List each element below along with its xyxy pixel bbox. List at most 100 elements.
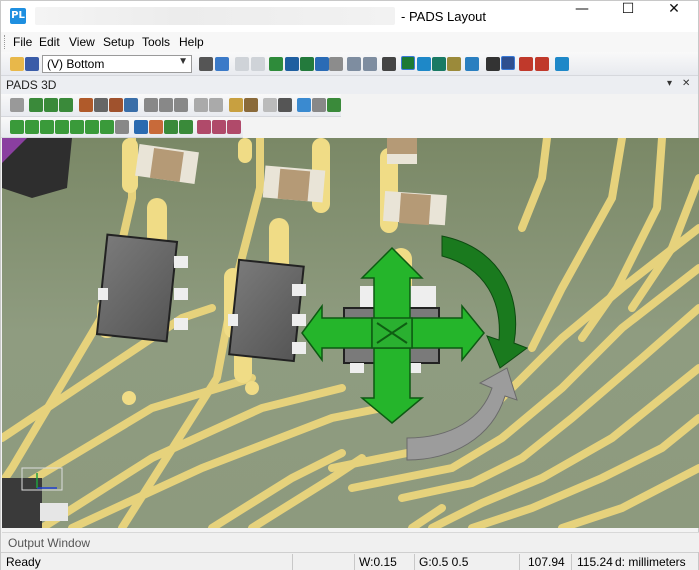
export-icon[interactable] <box>297 98 311 112</box>
view-left-icon[interactable] <box>85 120 99 134</box>
sync-icon[interactable] <box>327 98 341 112</box>
split-icon[interactable] <box>329 57 343 71</box>
status-width: W:0.15 <box>359 555 397 569</box>
save-icon[interactable] <box>25 57 39 71</box>
resistor-r3 <box>383 190 447 226</box>
flip-icon[interactable] <box>263 98 277 112</box>
find-icon[interactable] <box>194 98 208 112</box>
menu-help[interactable]: Help <box>179 35 204 49</box>
pointer-icon[interactable] <box>486 57 500 71</box>
section-x-icon[interactable] <box>197 120 211 134</box>
rotate-component-icon[interactable] <box>59 98 73 112</box>
rotate-view-icon[interactable] <box>179 120 193 134</box>
redo-icon[interactable] <box>363 57 377 71</box>
board-icon[interactable] <box>94 98 108 112</box>
connector-body <box>2 138 72 198</box>
clipboard-icon[interactable] <box>312 98 326 112</box>
window-icon[interactable] <box>501 56 515 70</box>
pan-icon[interactable] <box>164 120 178 134</box>
zoom-icon[interactable] <box>382 57 396 71</box>
menu-file[interactable]: File <box>13 35 32 49</box>
menu-grip[interactable] <box>4 35 7 49</box>
menu-tools[interactable]: Tools <box>142 35 170 49</box>
3d-toolbar-primary <box>1 94 341 117</box>
component-icon[interactable] <box>285 57 299 71</box>
view-top-icon[interactable] <box>25 120 39 134</box>
copper-icon[interactable] <box>300 57 314 71</box>
output-window-label: Output Window <box>8 536 91 550</box>
status-separator <box>292 554 293 570</box>
3d-toolbar-views <box>1 117 243 138</box>
library-icon[interactable] <box>109 98 123 112</box>
zoom-extents-icon[interactable] <box>134 120 148 134</box>
refresh-icon[interactable] <box>215 57 229 71</box>
menu-bar: File Edit View Setup Tools Help <box>1 32 698 52</box>
zoom-in-icon[interactable] <box>519 57 533 71</box>
select-pointer-icon[interactable] <box>149 120 163 134</box>
panel-title: PADS 3D <box>6 78 57 92</box>
connect-icon[interactable] <box>315 57 329 71</box>
undo-icon[interactable] <box>347 57 361 71</box>
model-icon[interactable] <box>124 98 138 112</box>
view-fit-icon[interactable] <box>115 120 129 134</box>
status-separator <box>571 554 572 570</box>
menu-edit[interactable]: Edit <box>39 35 60 49</box>
panel-close-icon[interactable]: ✕ <box>682 78 690 89</box>
view-back-icon[interactable] <box>70 120 84 134</box>
route-icon[interactable] <box>269 57 283 71</box>
app-window: PL - PADS Layout — ☐ ✕ File Edit View Se… <box>0 0 699 570</box>
print-icon[interactable] <box>209 98 223 112</box>
menu-view[interactable]: View <box>69 35 95 49</box>
layer-color-icon[interactable] <box>432 57 446 71</box>
status-separator <box>519 554 520 570</box>
section-z-icon[interactable] <box>227 120 241 134</box>
close-button[interactable]: ✕ <box>651 1 697 32</box>
status-x-coord: 107.94 <box>528 555 565 569</box>
title-bar[interactable]: PL - PADS Layout — ☐ ✕ <box>1 1 698 32</box>
3d-viewport[interactable] <box>2 138 699 528</box>
maximize-button[interactable]: ☐ <box>605 1 651 32</box>
warning-icon[interactable] <box>278 98 292 112</box>
main-toolbar: (V) Bottom ▼ <box>1 52 698 76</box>
output-window-tab[interactable]: Output Window <box>2 532 699 552</box>
zoom-out-icon[interactable] <box>535 57 549 71</box>
orbit-icon[interactable] <box>10 98 24 112</box>
brush-icon[interactable] <box>447 57 461 71</box>
resistor-r4 <box>387 138 417 164</box>
chevron-down-icon: ▼ <box>178 56 188 67</box>
view-iso-icon[interactable] <box>10 120 24 134</box>
pads-logo-icon: PL <box>10 8 26 24</box>
menu-setup[interactable]: Setup <box>103 35 134 49</box>
stack-icon[interactable] <box>174 98 188 112</box>
view-right-icon[interactable] <box>100 120 114 134</box>
disabled-tool-icon <box>251 57 265 71</box>
status-separator <box>354 554 355 570</box>
layer-select-value: (V) Bottom <box>47 57 105 71</box>
file-path-redacted <box>35 7 395 25</box>
open-folder-icon[interactable] <box>10 57 24 71</box>
verify-icon[interactable] <box>465 57 479 71</box>
3d-view-active-icon[interactable] <box>401 56 415 70</box>
display-icon[interactable] <box>417 57 431 71</box>
pads-3d-header: PADS 3D ▾ ✕ <box>1 76 698 94</box>
clearance-icon[interactable] <box>244 98 258 112</box>
pcb-3d-scene[interactable] <box>2 138 699 528</box>
status-bar: Ready W:0.15 G:0.5 0.5 107.94 115.24 d: … <box>1 552 698 570</box>
help-icon[interactable] <box>555 57 569 71</box>
measure-icon[interactable] <box>229 98 243 112</box>
pin-icon[interactable]: ▾ <box>667 78 672 89</box>
layer-select[interactable]: (V) Bottom ▼ <box>42 55 192 73</box>
chip-u1 <box>95 233 188 343</box>
layer-settings-icon[interactable] <box>199 57 213 71</box>
view-front-icon[interactable] <box>55 120 69 134</box>
distribute-icon[interactable] <box>159 98 173 112</box>
align-icon[interactable] <box>144 98 158 112</box>
resistor-r2 <box>262 165 326 203</box>
status-units: d: millimeters <box>615 555 686 569</box>
move-component-icon[interactable] <box>44 98 58 112</box>
minimize-button[interactable]: — <box>559 1 605 32</box>
view-icon[interactable] <box>79 98 93 112</box>
section-y-icon[interactable] <box>212 120 226 134</box>
select-component-icon[interactable] <box>29 98 43 112</box>
view-bottom-icon[interactable] <box>40 120 54 134</box>
